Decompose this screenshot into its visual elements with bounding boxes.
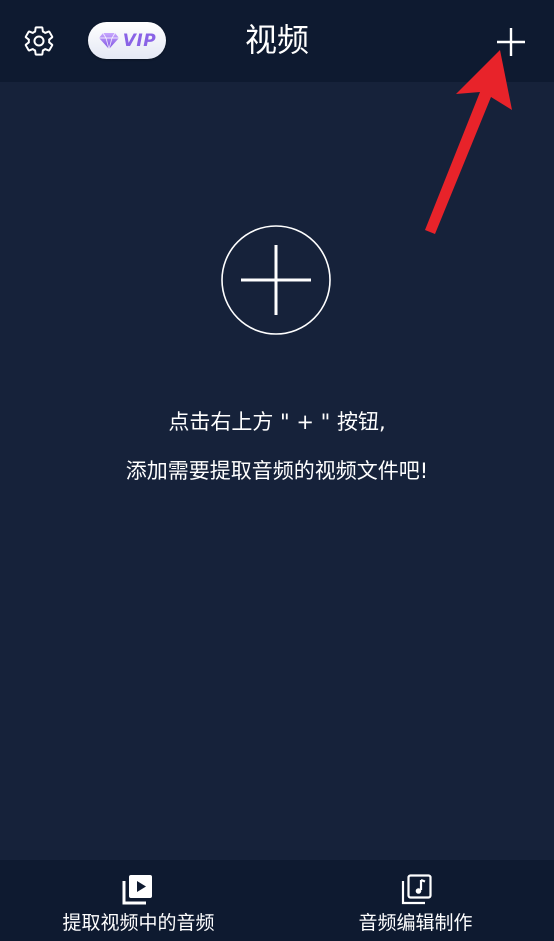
page-title: 视频	[244, 21, 309, 59]
add-video-circle-button[interactable]	[221, 225, 331, 335]
plus-icon	[497, 28, 525, 56]
video-play-icon	[122, 875, 152, 905]
plus-circle-icon	[221, 225, 331, 335]
empty-hint-line-1: 点击右上方 " + " 按钮,	[168, 410, 386, 434]
nav-item-audio-edit[interactable]: 音频编辑制作	[277, 860, 554, 941]
nav-label-extract-audio: 提取视频中的音频	[62, 912, 215, 934]
app-screen: VIP 视频 点击右上方 " + " 按钮, 添加需要提取音频的视频文件吧! 提…	[0, 0, 554, 941]
header-bar: VIP 视频	[0, 0, 554, 82]
add-video-button[interactable]	[491, 22, 531, 62]
nav-item-extract-audio[interactable]: 提取视频中的音频	[0, 860, 277, 941]
empty-hint-line-2: 添加需要提取音频的视频文件吧!	[125, 459, 429, 483]
music-note-icon	[401, 874, 432, 905]
nav-label-audio-edit: 音频编辑制作	[358, 912, 473, 934]
bottom-nav: 提取视频中的音频 音频编辑制作	[0, 860, 554, 941]
